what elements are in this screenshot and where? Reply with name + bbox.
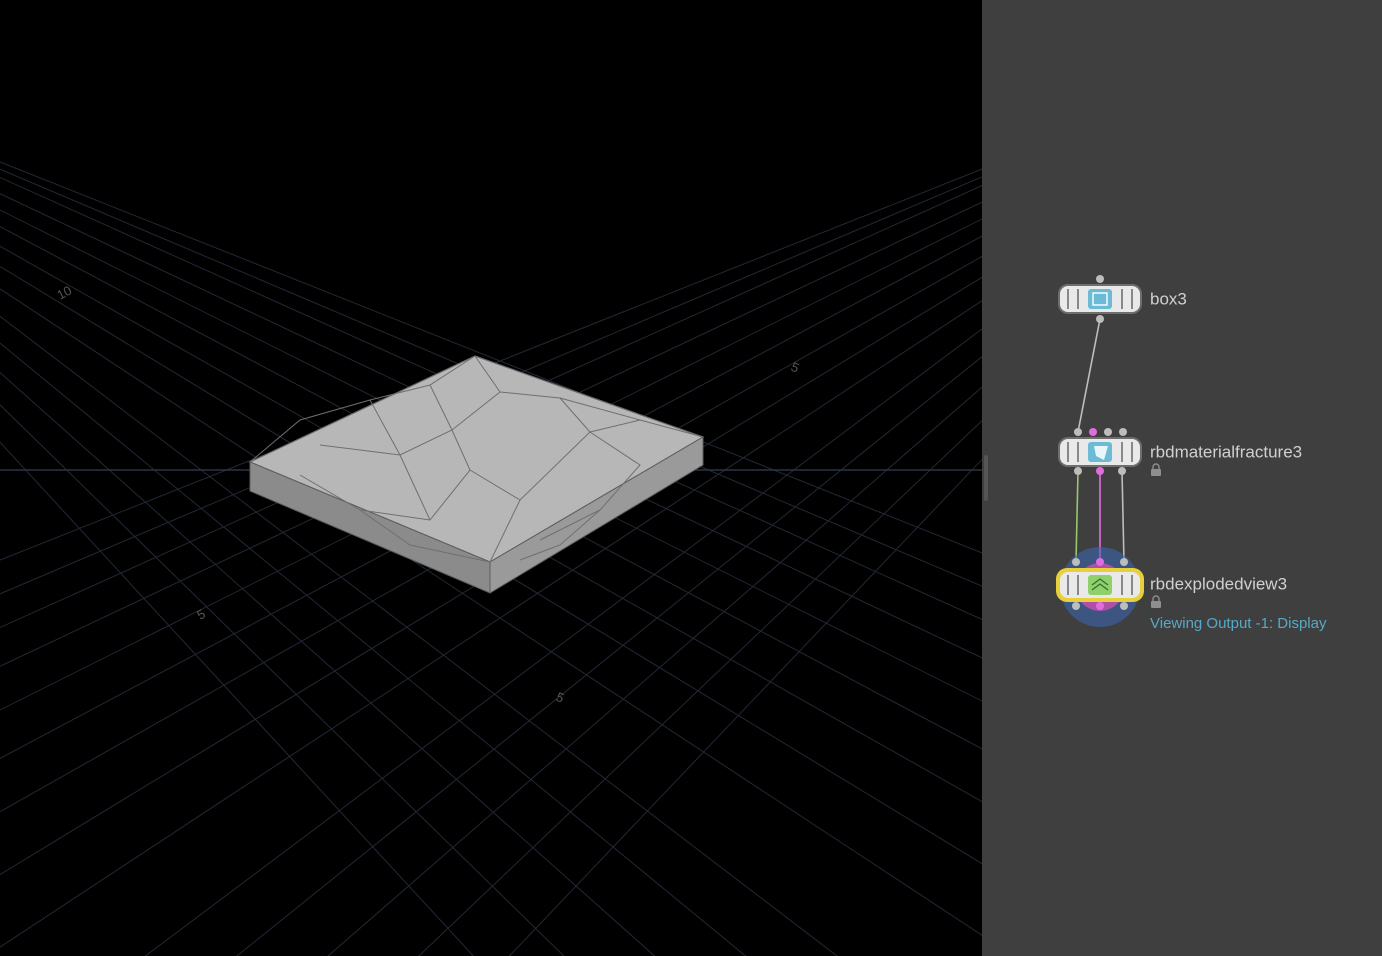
node-box3[interactable]: box3	[1058, 275, 1187, 323]
splitter-grip-icon	[984, 455, 988, 501]
node-box3-label: box3	[1150, 289, 1187, 308]
fractured-slab	[250, 356, 703, 593]
lock-icon	[1151, 596, 1161, 608]
pane-splitter[interactable]	[982, 0, 990, 956]
node-display-status: Viewing Output -1: Display	[1150, 615, 1327, 632]
node-rbdexplodedview3-label: rbdexplodedview3	[1150, 574, 1287, 593]
svg-text:5: 5	[194, 606, 207, 623]
svg-text:5: 5	[789, 359, 802, 376]
svg-text:5: 5	[554, 689, 567, 706]
network-view[interactable]: box3 rbdm	[990, 0, 1382, 956]
lock-icon	[1151, 464, 1161, 476]
node-rbdexplodedview3[interactable]: rbdexplodedview3 Viewing Output -1: Disp…	[1056, 547, 1327, 632]
node-rbdmaterialfracture3[interactable]: rbdmaterialfracture3	[1058, 428, 1302, 476]
svg-text:10: 10	[54, 283, 74, 303]
node-rbdmaterialfracture3-label: rbdmaterialfracture3	[1150, 442, 1302, 461]
viewport-3d[interactable]: 5 5 5 10	[0, 0, 982, 956]
